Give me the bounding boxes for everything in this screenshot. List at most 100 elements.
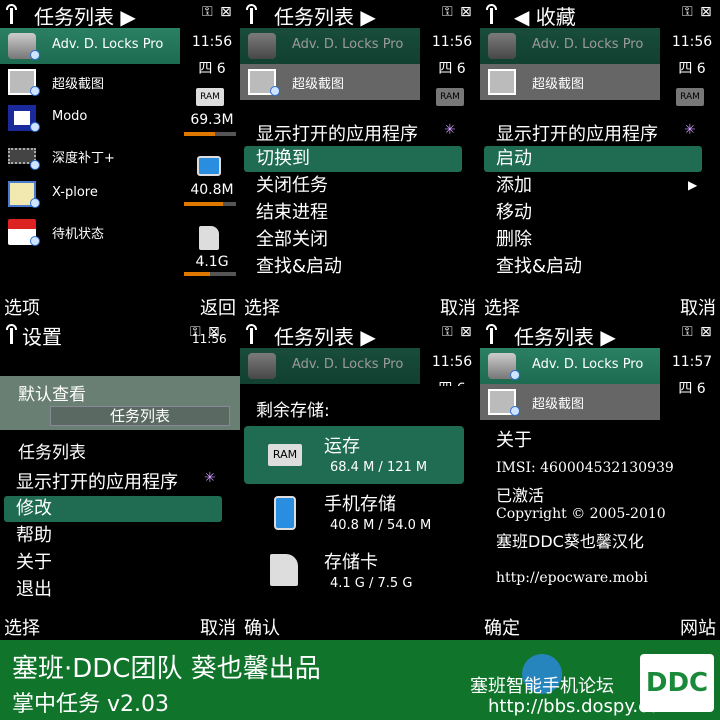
right-softkey[interactable]: 取消 — [680, 294, 716, 320]
softkey-bar: 选择 取消 — [480, 292, 720, 320]
menu-item-launch[interactable]: 启动 — [484, 146, 702, 172]
close-icon[interactable]: ⊠ — [460, 324, 472, 340]
left-softkey[interactable]: 选项 — [4, 294, 40, 320]
page-title: 任务列表 ▶ — [274, 325, 376, 349]
left-softkey[interactable]: 选择 — [484, 294, 520, 320]
close-icon[interactable]: ⊠ — [700, 324, 712, 340]
app-row-locks[interactable]: Adv. D. Locks Pro — [480, 28, 660, 64]
right-softkey[interactable]: 返回 — [200, 294, 236, 320]
left-softkey[interactable]: 确认 — [244, 614, 280, 640]
app-row-screenshot[interactable]: 超级截图 — [480, 384, 660, 420]
storage-name: 存储卡 — [324, 552, 378, 573]
app-label: Adv. D. Locks Pro — [532, 357, 644, 372]
gauge-fill — [184, 272, 210, 276]
menu-item-help[interactable]: 帮助 — [4, 523, 222, 549]
status-icons: ⚿ ⊠ — [438, 324, 478, 344]
app-row-locks[interactable]: Adv. D. Locks Pro — [240, 28, 420, 64]
clock: 11:56 — [192, 332, 227, 346]
g-badge-icon — [510, 370, 520, 380]
app-label: 超级截图 — [292, 77, 345, 92]
menu-item-close-task[interactable]: 关闭任务 — [244, 173, 462, 199]
app-label: 超级截图 — [52, 77, 105, 92]
menu-item-close-all[interactable]: 全部关闭 — [244, 227, 462, 253]
menu-item-add[interactable]: 添加 — [484, 173, 702, 199]
right-softkey[interactable]: 取消 — [440, 294, 476, 320]
ram-icon: RAM — [196, 88, 224, 106]
left-softkey[interactable]: 选择 — [244, 294, 280, 320]
storage-value: 68.4 M / 121 M — [330, 460, 428, 475]
app-version: 掌中任务 v2.03 — [12, 692, 169, 717]
card-value: 4.1G — [195, 254, 229, 270]
menu-item-exit[interactable]: 退出 — [4, 577, 222, 603]
screenshot-app-icon — [488, 69, 516, 95]
page-title: 任务列表 ▶ — [34, 5, 136, 29]
app-row-locks[interactable]: Adv. D. Locks Pro — [240, 348, 420, 384]
date: 四 6 — [678, 61, 706, 77]
storage-value: 4.1 G / 7.5 G — [330, 576, 413, 591]
panel-about: 任务列表 ▶ ⚿ ⊠ Adv. D. Locks Pro 超级截图 11:57 … — [480, 320, 720, 640]
g-badge-icon — [510, 406, 520, 416]
menu-item-end-process[interactable]: 结束进程 — [244, 200, 462, 226]
close-icon[interactable]: ⊠ — [220, 4, 232, 20]
app-label: 待机状态 — [52, 227, 105, 242]
close-icon[interactable]: ⊠ — [700, 4, 712, 20]
app-row-locks[interactable]: Adv. D. Locks Pro — [480, 348, 660, 384]
storage-row-ram[interactable]: RAM 运存 68.4 M / 121 M — [244, 426, 464, 484]
website-link[interactable]: http://epocware.mobi — [496, 570, 648, 586]
app-row-standby[interactable]: 待机状态 — [0, 214, 180, 250]
menu-item-find-launch[interactable]: 查找&启动 — [244, 254, 462, 280]
clock: 11:56 — [191, 34, 233, 50]
g-badge-icon — [30, 122, 40, 132]
gauge-fill — [184, 202, 223, 206]
app-row-modo[interactable]: Modo — [0, 100, 180, 136]
panel-favorites-menu: ◀ 收藏 ⚿ ⊠ Adv. D. Locks Pro 超级截图 11:56 四 … — [480, 0, 720, 320]
app-label: X-plore — [52, 185, 98, 200]
menu-item-switch[interactable]: 切换到 — [244, 146, 462, 172]
menu-item-find-launch[interactable]: 查找&启动 — [484, 254, 702, 280]
menu-heading: 显示打开的应用程序 — [256, 124, 418, 145]
storage-row-card[interactable]: 存储卡 4.1 G / 7.5 G — [244, 542, 464, 600]
phone-value: 40.8M — [190, 182, 234, 198]
phone-gauge — [184, 202, 236, 206]
g-badge-icon — [30, 50, 40, 60]
app-row-xplore[interactable]: X-plore — [0, 176, 180, 212]
app-row-patch[interactable]: 深度补丁+ — [0, 138, 180, 174]
menu-item-move[interactable]: 移动 — [484, 200, 702, 226]
right-softkey[interactable]: 取消 — [200, 614, 236, 640]
locks-app-icon — [488, 33, 516, 59]
left-softkey[interactable]: 确定 — [484, 614, 520, 640]
menu-item-about[interactable]: 关于 — [4, 550, 222, 576]
setting-value: 任务列表 — [50, 406, 230, 426]
app-row-locks[interactable]: Adv. D. Locks Pro — [0, 28, 180, 64]
storage-heading: 剩余存储: — [256, 401, 330, 421]
app-row-screenshot[interactable]: 超级截图 — [240, 64, 420, 100]
clock: 11:56 — [431, 354, 473, 370]
memory-card-icon — [199, 226, 219, 250]
softkey-bar: 确认 — [240, 612, 480, 640]
setting-row[interactable]: 默认查看 任务列表 — [0, 376, 240, 430]
about-dialog: 关于 IMSI: 460004532130939 已激活 Copyright ©… — [480, 420, 720, 612]
storage-panel: 剩余存储: RAM 运存 68.4 M / 121 M 手机存储 40.8 M … — [240, 386, 480, 612]
left-softkey[interactable]: 选择 — [4, 614, 40, 640]
submenu-arrow-icon: ▶ — [688, 178, 698, 192]
storage-row-phone[interactable]: 手机存储 40.8 M / 54.0 M — [244, 484, 464, 542]
menu-item-edit[interactable]: 修改 — [4, 496, 222, 522]
app-label: Adv. D. Locks Pro — [292, 357, 404, 372]
imsi-text: IMSI: 460004532130939 — [496, 460, 674, 476]
page-title: 任务列表 ▶ — [274, 5, 376, 29]
app-row-screenshot[interactable]: 超级截图 — [0, 64, 180, 100]
right-softkey[interactable]: 网站 — [680, 614, 716, 640]
close-icon[interactable]: ⊠ — [460, 4, 472, 20]
date: 四 6 — [438, 61, 466, 77]
signal-icon — [4, 324, 20, 344]
ram-icon: RAM — [676, 88, 704, 106]
app-label: 超级截图 — [532, 397, 585, 412]
status-icons: ⚿ ⊠ — [438, 4, 478, 24]
clock: 11:56 — [431, 34, 473, 50]
ram-icon: RAM — [436, 88, 464, 106]
app-row-screenshot[interactable]: 超级截图 — [480, 64, 660, 100]
menu-item-delete[interactable]: 删除 — [484, 227, 702, 253]
g-badge-icon — [30, 198, 40, 208]
app-label: 深度补丁+ — [52, 151, 115, 166]
page-title: ◀ 收藏 — [514, 5, 576, 29]
